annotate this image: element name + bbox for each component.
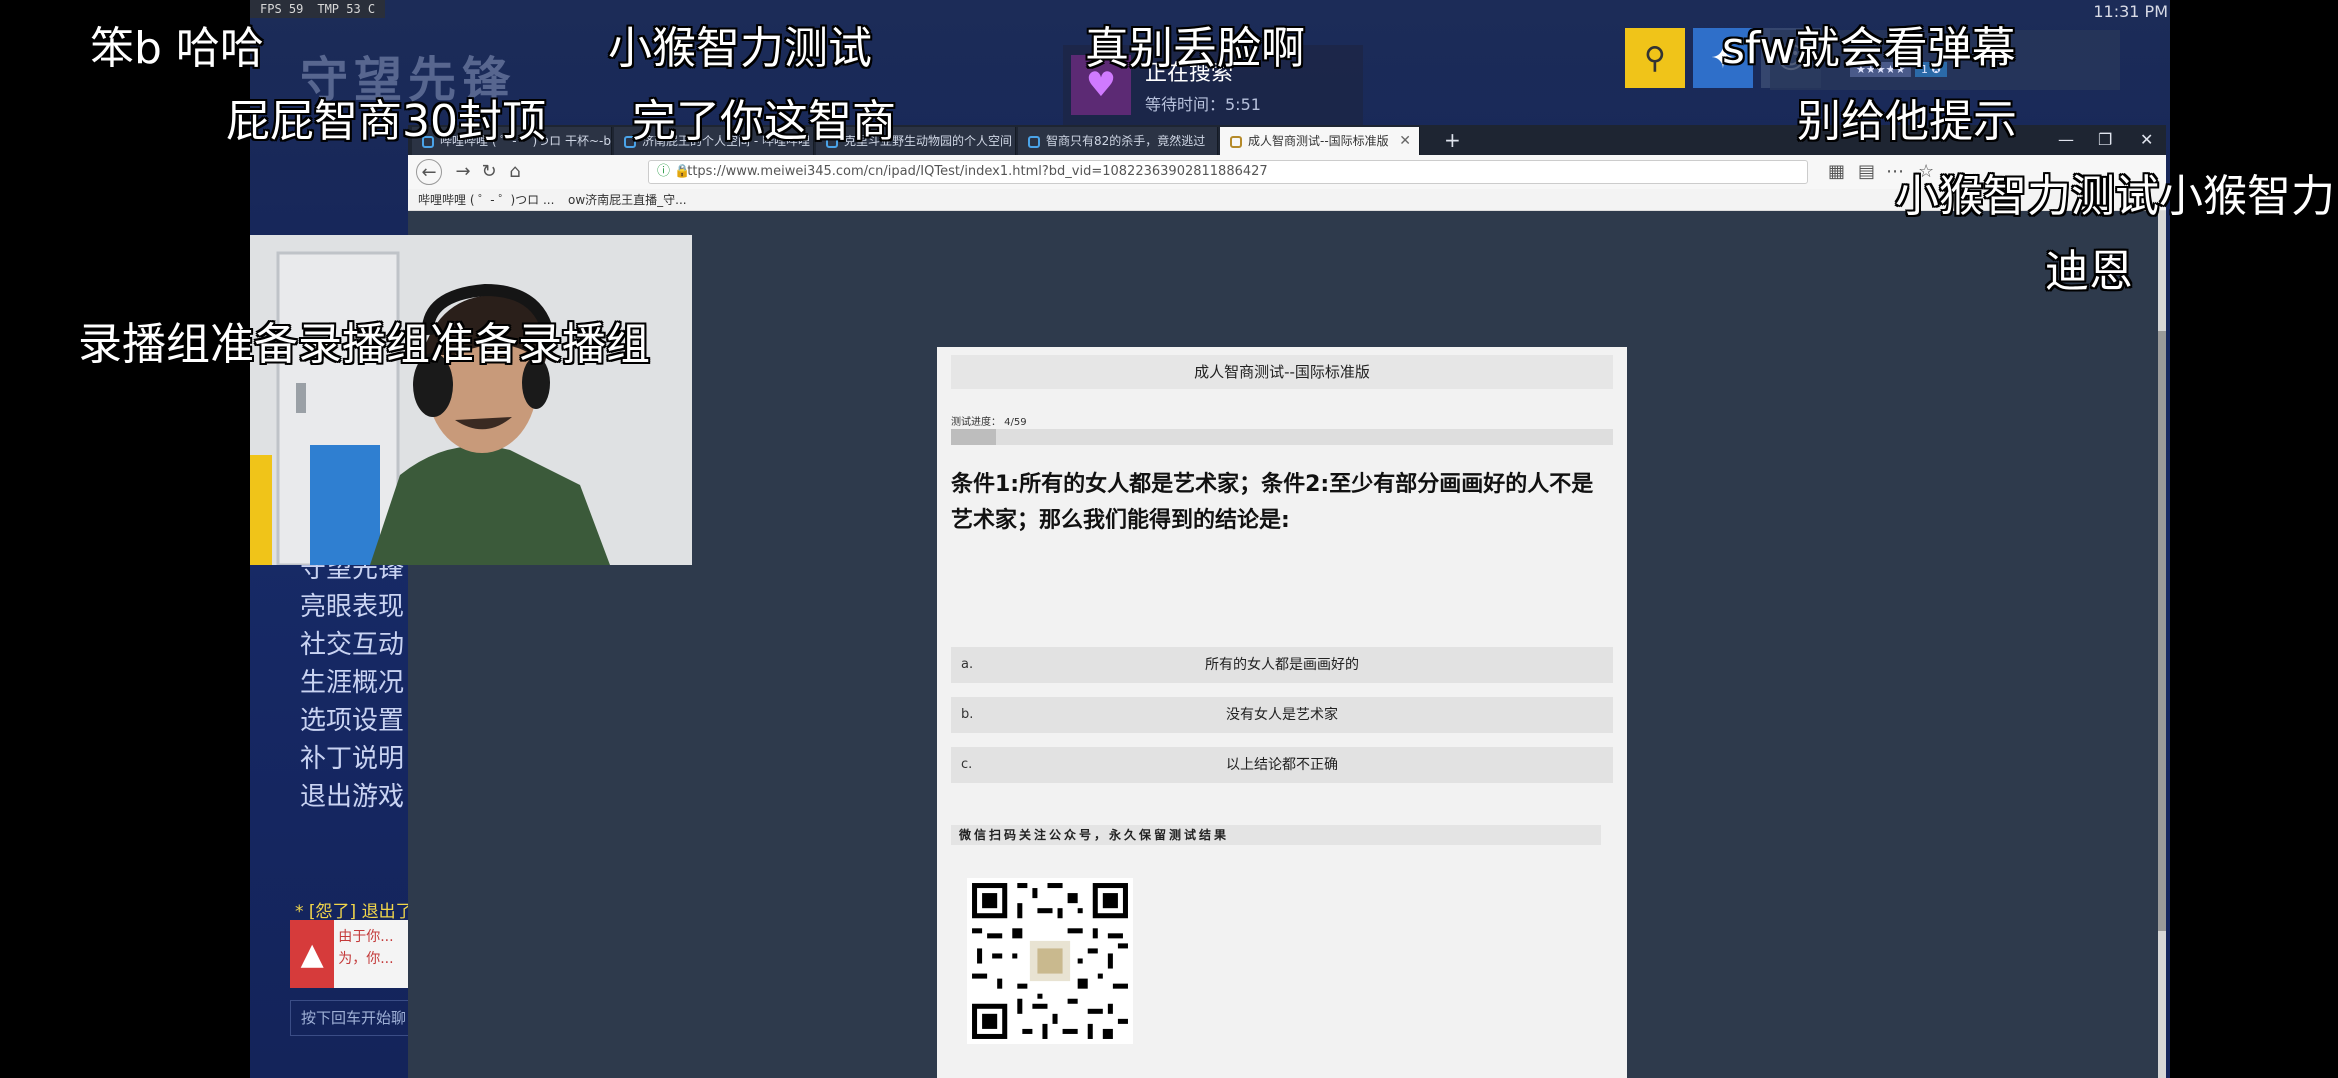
qr-icon[interactable]: ▦ xyxy=(1828,159,1845,185)
danmaku-comment: 迪恩 xyxy=(2045,246,2133,297)
danmaku-comment: 别给他提示 xyxy=(1797,96,2017,147)
close-tab-icon[interactable]: ✕ xyxy=(1399,127,1411,155)
webcam-overlay xyxy=(250,235,692,565)
wechat-note: 微信扫码关注公众号，永久保留测试结果 xyxy=(951,825,1601,845)
option-text: 没有女人是艺术家 xyxy=(1226,707,1338,723)
restore-icon[interactable]: ❐ xyxy=(2098,125,2112,155)
temp-readout: TMP 53 C xyxy=(317,2,376,16)
lock-icon: ⓘ 🔒 xyxy=(657,164,691,179)
scroll-thumb[interactable] xyxy=(2158,331,2166,931)
answer-option-c[interactable]: c. 以上结论都不正确 xyxy=(951,747,1613,783)
find-group-icon[interactable]: ⚲ xyxy=(1625,28,1685,88)
option-text: 以上结论都不正确 xyxy=(1226,757,1338,773)
bookmark-stream[interactable]: ow济南屁王直播_守... xyxy=(568,189,687,211)
progress-bar xyxy=(951,429,1613,445)
exit-notice: * [怨了] 退出了 xyxy=(295,902,413,922)
option-text: 所有的女人都是画画好的 xyxy=(1205,657,1359,673)
minimize-icon[interactable]: — xyxy=(2058,125,2074,155)
page-title: 成人智商测试--国际标准版 xyxy=(951,355,1613,389)
bookmark-bilibili[interactable]: 哔哩哔哩 ( ゜- ゜)つロ ... xyxy=(418,189,554,211)
menu-item[interactable]: 补丁说明 xyxy=(300,740,404,778)
url-text: https://www.meiwei345.com/cn/ipad/IQTest… xyxy=(679,164,1268,179)
wait-time: 等待时间：5:51 xyxy=(1145,95,1261,114)
qr-code xyxy=(967,878,1133,1044)
danmaku-comment: 小猴智力测试小猴智力 xyxy=(1895,171,2335,222)
menu-item[interactable]: 生涯概况 xyxy=(300,664,404,702)
tab-label: 智商只有82的杀手，竟然逃过 xyxy=(1046,134,1206,148)
iq-test-card: 成人智商测试--国际标准版 测试进度： 4/59 条件1:所有的女人都是艺术家；… xyxy=(937,347,1627,1078)
tab-iq-test[interactable]: 成人智商测试--国际标准版 ✕ xyxy=(1220,127,1420,155)
danmaku-comment: sfw就会看弹幕 xyxy=(1722,23,2016,74)
progress-fill xyxy=(951,429,997,445)
danmaku-comment: 录播组准备录播组准备录播组 xyxy=(78,319,650,370)
forward-icon[interactable]: → xyxy=(450,159,476,185)
game-main-menu: 守望先锋 亮眼表现 社交互动 生涯概况 选项设置 补丁说明 退出游戏 xyxy=(300,550,404,816)
menu-item[interactable]: 社交互动 xyxy=(300,626,404,664)
danmaku-comment: 小猴智力测试 xyxy=(608,23,872,74)
danmaku-comment: 真别丢脸啊 xyxy=(1085,23,1305,74)
danmaku-comment: 完了你这智商 xyxy=(632,96,896,147)
answer-option-b[interactable]: b. 没有女人是艺术家 xyxy=(951,697,1613,733)
address-bar[interactable]: ⓘ 🔒 https://www.meiwei345.com/cn/ipad/IQ… xyxy=(648,160,1808,184)
screen: { "overlay": { "fps": "FPS 59", "temp": … xyxy=(0,0,2338,1078)
warning-icon: ▲ xyxy=(290,920,335,988)
danmaku-comment: 屁屁智商30封顶 xyxy=(226,96,546,147)
question-text: 条件1:所有的女人都是艺术家；条件2:至少有部分画画好的人不是艺术家；那么我们能… xyxy=(951,472,1594,533)
site-icon xyxy=(1230,135,1242,148)
clock: 11:31 PM xyxy=(2093,2,2168,21)
reader-icon[interactable]: ▤ xyxy=(1858,159,1875,185)
fps-readout: FPS 59 xyxy=(260,2,304,16)
tab-label: 成人智商测试--国际标准版 xyxy=(1248,134,1389,148)
perf-overlay: FPS 59 TMP 53 C xyxy=(250,0,386,18)
progress-label: 测试进度： 4/59 xyxy=(951,417,1027,428)
scrollbar[interactable] xyxy=(2158,211,2166,1078)
bilibili-icon xyxy=(1028,135,1040,148)
menu-item[interactable]: 亮眼表现 xyxy=(300,588,404,626)
home-icon[interactable]: ⌂ xyxy=(502,159,528,185)
tab-killer-video[interactable]: 智商只有82的杀手，竟然逃过 xyxy=(1018,127,1218,155)
reload-icon[interactable]: ↻ xyxy=(476,159,502,185)
danmaku-comment: 笨b 哈哈 xyxy=(90,23,264,74)
menu-item[interactable]: 选项设置 xyxy=(300,702,404,740)
menu-item[interactable]: 退出游戏 xyxy=(300,778,404,816)
close-window-icon[interactable]: ✕ xyxy=(2140,125,2153,155)
answer-option-a[interactable]: a. 所有的女人都是画画好的 xyxy=(951,647,1613,683)
new-tab-icon[interactable]: + xyxy=(1444,125,1461,155)
back-icon[interactable]: ← xyxy=(416,159,442,185)
